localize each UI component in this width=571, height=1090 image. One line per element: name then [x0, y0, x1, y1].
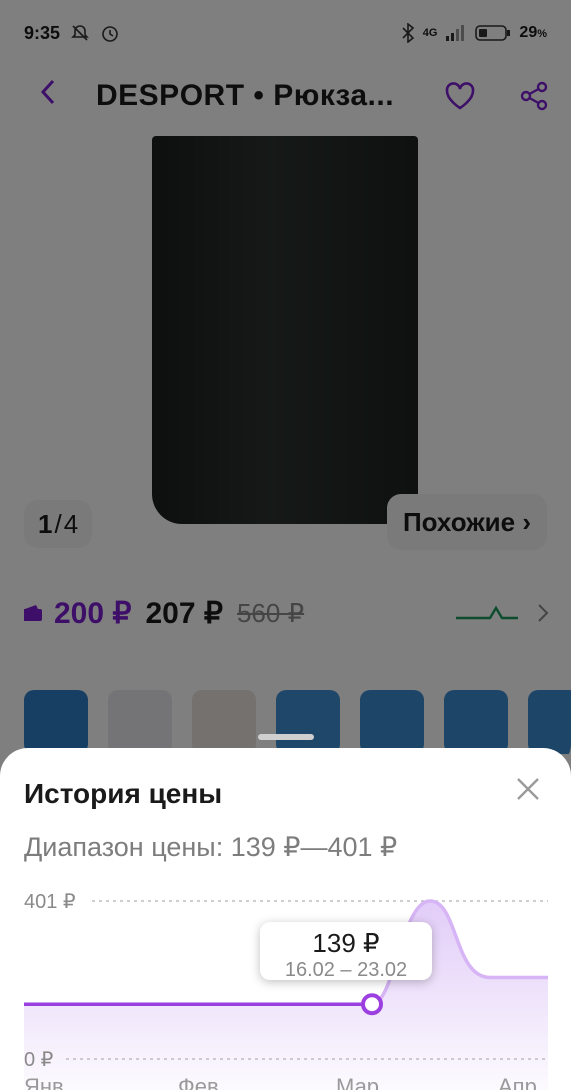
close-icon [517, 778, 539, 800]
x-axis-month: Мар [336, 1074, 380, 1090]
sheet-drag-handle[interactable] [258, 734, 314, 740]
close-button[interactable] [513, 774, 543, 804]
sheet-title: История цены [24, 778, 223, 809]
x-axis-month: Фев [178, 1074, 219, 1090]
price-history-chart[interactable] [0, 878, 571, 1090]
price-range-label: Диапазон цены: 139 ₽—401 ₽ [24, 832, 398, 862]
tooltip-dates: 16.02 – 23.02 [284, 959, 408, 981]
price-tooltip: 139 ₽ 16.02 – 23.02 [260, 922, 432, 981]
y-axis-top-label: 401 ₽ [24, 891, 76, 913]
selected-point-marker[interactable] [361, 993, 383, 1016]
price-history-sheet: История цены Диапазон цены: 139 ₽—401 ₽ … [0, 748, 571, 1090]
tooltip-price: 139 ₽ [312, 928, 380, 958]
x-axis-month: Янв [24, 1074, 64, 1090]
y-axis-bottom-label: 0 ₽ [24, 1049, 54, 1071]
x-axis-month: Апр [498, 1074, 537, 1090]
